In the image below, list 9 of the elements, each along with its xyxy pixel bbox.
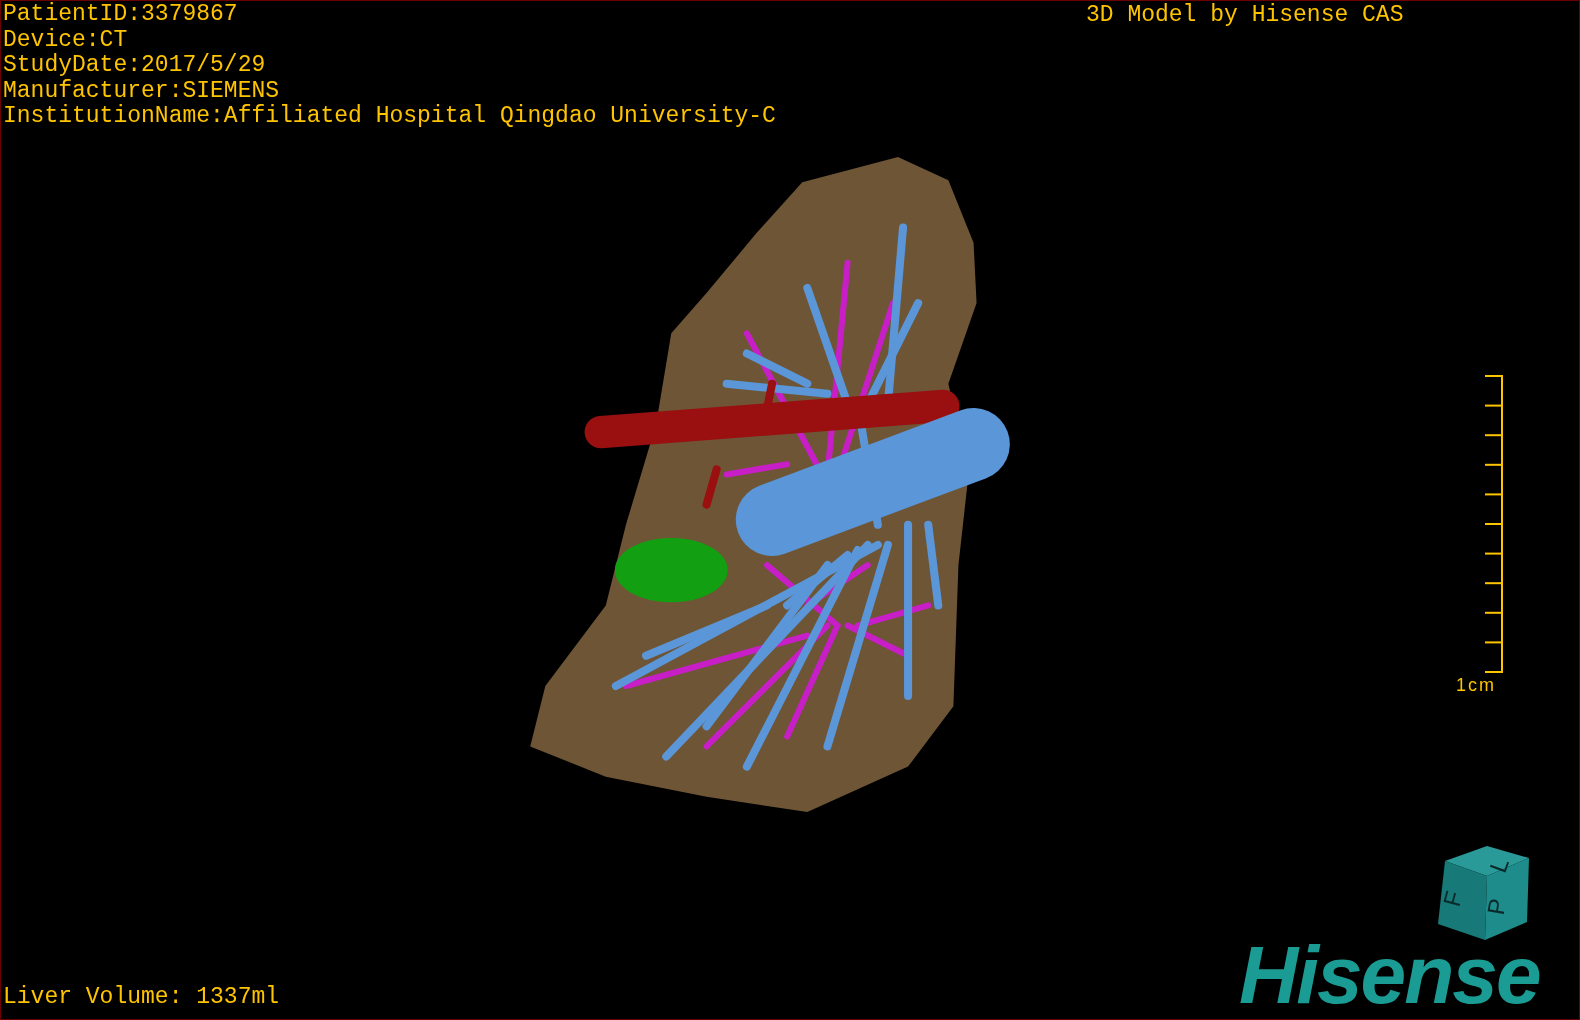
patient-info-text: Manufacturer:SIEMENS <box>3 78 281 104</box>
model-title: 3D Model by Hisense CAS <box>1086 3 1404 28</box>
patient-info-text: StudyDate:2017/5/29 <box>3 53 267 79</box>
orientation-cube[interactable]: F L P <box>1435 846 1531 940</box>
scale-label: 1cm <box>1456 675 1496 695</box>
patient-info-text: InstitutionName:Affiliated Hospital Qingdao University-C <box>3 104 776 130</box>
liver-volume-text: Liver Volume: 1337ml <box>3 985 280 1010</box>
patient-info-text: Device:CT <box>3 27 129 53</box>
patient-info-text: PatientID:3379867 <box>3 2 239 28</box>
